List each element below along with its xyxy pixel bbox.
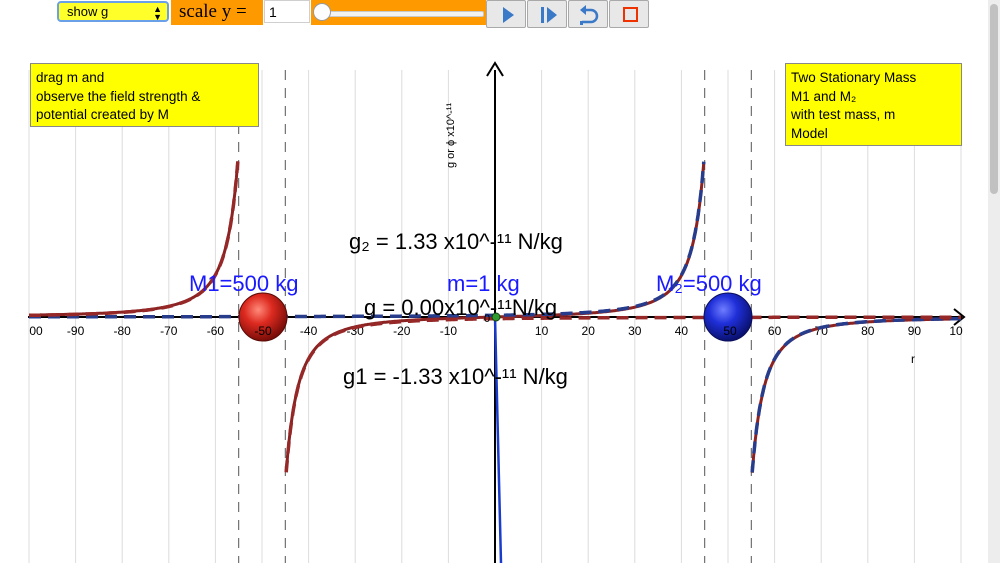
x-tick-label: -40 xyxy=(300,324,318,338)
x-tick-label: 10 xyxy=(535,324,549,338)
total-field-curve xyxy=(750,317,961,473)
x-tick-label: 80 xyxy=(861,324,875,338)
select-updown-icon: ▲ ▼ xyxy=(153,4,162,22)
m1-label: M1=500 kg xyxy=(189,271,298,296)
x-tick-label: -20 xyxy=(393,324,411,338)
instructions-box: drag m and observe the field strength & … xyxy=(30,63,259,127)
model-title-box: Two Stationary Mass M1 and M₂ with test … xyxy=(785,63,962,146)
model-title-line: Two Stationary Mass xyxy=(791,70,917,85)
time-slider-thumb[interactable] xyxy=(313,3,331,21)
g2-readout: g₂ = 1.33 x10^-¹¹ N/kg xyxy=(349,229,563,254)
x-tick-label: -70 xyxy=(160,324,178,338)
x-tick-label: 30 xyxy=(628,324,642,338)
x-tick-label: -10 xyxy=(440,324,458,338)
scale-y-label: scale y = xyxy=(179,1,247,22)
instructions-line: potential created by M xyxy=(36,107,169,122)
x-tick-label: -90 xyxy=(67,324,85,338)
x-tick-label: 20 xyxy=(582,324,596,338)
x-tick-label: 10 xyxy=(949,324,963,338)
y-axis-label: g or ϕ x10^-¹¹ xyxy=(445,103,457,168)
m2-field-dashed-curve xyxy=(750,316,961,473)
x-tick-label: 00 xyxy=(29,324,43,338)
stop-button[interactable] xyxy=(609,0,649,28)
g1-readout: g1 = -1.33 x10^-¹¹ N/kg xyxy=(343,364,568,389)
display-mode-select[interactable]: show g ▲ ▼ xyxy=(57,1,169,22)
tick-label-on-m2: 50 xyxy=(723,324,737,338)
m2-label: M₂=500 kg xyxy=(656,271,762,296)
x-axis-label: r xyxy=(911,352,915,366)
scale-y-input[interactable]: 1 xyxy=(264,0,310,23)
m1-field-dashed-curve xyxy=(284,315,961,473)
x-tick-label: 40 xyxy=(675,324,689,338)
model-title-line: Model xyxy=(791,125,828,141)
mass-m1[interactable]: -50 xyxy=(238,292,288,342)
step-icon xyxy=(541,7,557,23)
instructions-line: drag m and xyxy=(36,70,105,85)
play-button[interactable] xyxy=(486,0,526,28)
time-slider-track[interactable] xyxy=(324,11,484,17)
step-button[interactable] xyxy=(527,0,567,28)
mass-m2[interactable]: 50 xyxy=(703,292,753,342)
test-mass-label: m=1 kg xyxy=(447,271,520,296)
reset-icon xyxy=(580,5,599,25)
x-tick-label: -80 xyxy=(114,324,132,338)
reset-button[interactable] xyxy=(568,0,608,28)
display-mode-value: show g xyxy=(67,4,109,19)
stop-icon xyxy=(623,7,638,22)
g-total-readout: g = 0.00x10^-¹¹N/kg xyxy=(364,295,557,320)
model-title-line: with test mass, m xyxy=(791,107,896,122)
model-title-line: M1 and M₂ xyxy=(791,88,857,104)
play-icon xyxy=(503,7,514,23)
scale-panel: scale y = xyxy=(171,0,263,25)
x-tick-label: 60 xyxy=(768,324,782,338)
page-scrollbar-thumb[interactable] xyxy=(990,4,998,194)
x-tick-label: -60 xyxy=(207,324,225,338)
x-tick-label: 90 xyxy=(908,324,922,338)
tick-label-on-m1: -50 xyxy=(254,324,272,338)
instructions-line: observe the field strength & xyxy=(36,88,201,104)
